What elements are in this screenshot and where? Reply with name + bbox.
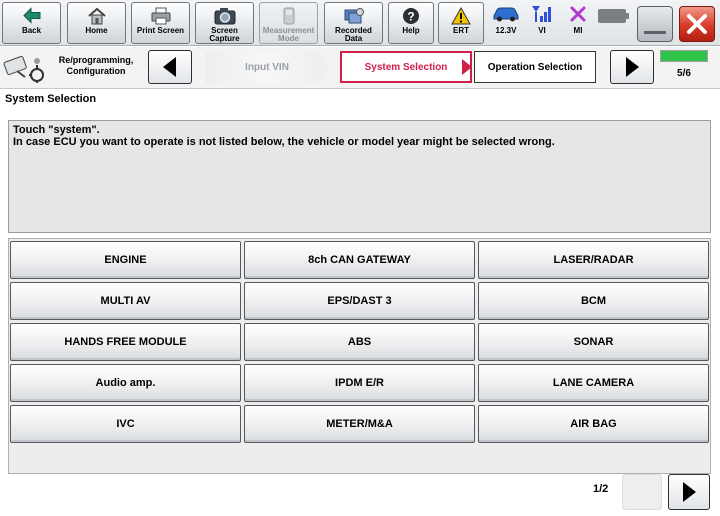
system-button-engine[interactable]: ENGINE	[10, 241, 241, 279]
instruction-line-1: Touch "system".	[13, 124, 100, 136]
previous-page-button[interactable]	[622, 474, 662, 510]
system-button-abs[interactable]: ABS	[244, 323, 475, 361]
signal-strength-icon	[531, 4, 553, 23]
home-icon	[87, 6, 107, 25]
measurement-mode-button[interactable]: Measurement Mode	[259, 2, 318, 44]
system-grid: ENGINE 8ch CAN GATEWAY LASER/RADAR MULTI…	[10, 241, 709, 443]
page-title: System Selection	[5, 93, 97, 105]
arrow-right-icon	[683, 482, 696, 502]
system-button-eps-dast-3[interactable]: EPS/DAST 3	[244, 282, 475, 320]
system-button-lane-camera[interactable]: LANE CAMERA	[478, 364, 709, 402]
step-system-selection: System Selection	[340, 51, 472, 83]
instruction-line-2: In case ECU you want to operate is not l…	[13, 136, 555, 148]
battery-voltage-status: 12.3V	[489, 4, 523, 42]
reprogramming-mode-icon	[3, 53, 47, 83]
camera-icon	[214, 6, 236, 25]
page-indicator: 1/2	[593, 483, 609, 495]
step-operation-selection: Operation Selection	[474, 51, 596, 83]
recorded-data-icon	[343, 6, 365, 25]
toolbar: Back Home Print Screen Screen Capture Me…	[0, 0, 720, 46]
system-button-bcm[interactable]: BCM	[478, 282, 709, 320]
instruction-panel: Touch "system". In case ECU you want to …	[8, 120, 711, 233]
mode-label: Re/programming, Configuration	[58, 55, 134, 76]
step-input-vin[interactable]: Input VIN	[205, 51, 329, 83]
system-button-ivc[interactable]: IVC	[10, 405, 241, 443]
progress-text: 5/6	[677, 68, 691, 79]
arrow-right-icon	[626, 57, 639, 77]
system-button-ipdm-er[interactable]: IPDM E/R	[244, 364, 475, 402]
battery-icon	[598, 9, 629, 23]
svg-text:?: ?	[407, 9, 414, 23]
next-page-button[interactable]	[668, 474, 710, 510]
system-button-hands-free-module[interactable]: HANDS FREE MODULE	[10, 323, 241, 361]
active-step-arrow-icon	[462, 59, 472, 75]
ert-button[interactable]: ERT	[438, 2, 484, 44]
next-step-button[interactable]	[610, 50, 654, 84]
recorded-data-button[interactable]: Recorded Data	[324, 2, 383, 44]
printer-icon	[150, 6, 172, 25]
mi-connection-status: MI	[561, 4, 595, 42]
previous-step-button[interactable]	[148, 50, 192, 84]
close-button[interactable]	[679, 6, 715, 42]
car-icon	[491, 4, 521, 23]
system-list: ENGINE 8ch CAN GATEWAY LASER/RADAR MULTI…	[8, 238, 711, 474]
system-button-laser-radar[interactable]: LASER/RADAR	[478, 241, 709, 279]
help-icon: ?	[402, 6, 420, 25]
system-button-audio-amp[interactable]: Audio amp.	[10, 364, 241, 402]
system-button-sonar[interactable]: SONAR	[478, 323, 709, 361]
disconnected-x-icon	[569, 4, 587, 23]
step-progress: 5/6	[660, 50, 708, 84]
workflow-navigation: Re/programming, Configuration Input VIN …	[0, 47, 720, 89]
home-button[interactable]: Home	[67, 2, 126, 44]
print-screen-button[interactable]: Print Screen	[131, 2, 190, 44]
help-button[interactable]: ? Help	[388, 2, 434, 44]
back-button[interactable]: Back	[2, 2, 61, 44]
minimize-button[interactable]	[637, 6, 673, 42]
progress-bar	[660, 50, 708, 62]
measurement-device-icon	[280, 6, 298, 25]
back-arrow-icon	[22, 6, 41, 25]
system-button-multi-av[interactable]: MULTI AV	[10, 282, 241, 320]
system-button-meter-ma[interactable]: METER/M&A	[244, 405, 475, 443]
screen-capture-button[interactable]: Screen Capture	[195, 2, 254, 44]
vi-connection-status: VI	[525, 4, 559, 42]
system-button-8ch-can-gateway[interactable]: 8ch CAN GATEWAY	[244, 241, 475, 279]
progress-bar-fill	[661, 51, 707, 61]
arrow-left-icon	[163, 57, 176, 77]
close-icon	[687, 14, 707, 34]
warning-icon	[451, 6, 471, 25]
system-button-air-bag[interactable]: AIR BAG	[478, 405, 709, 443]
